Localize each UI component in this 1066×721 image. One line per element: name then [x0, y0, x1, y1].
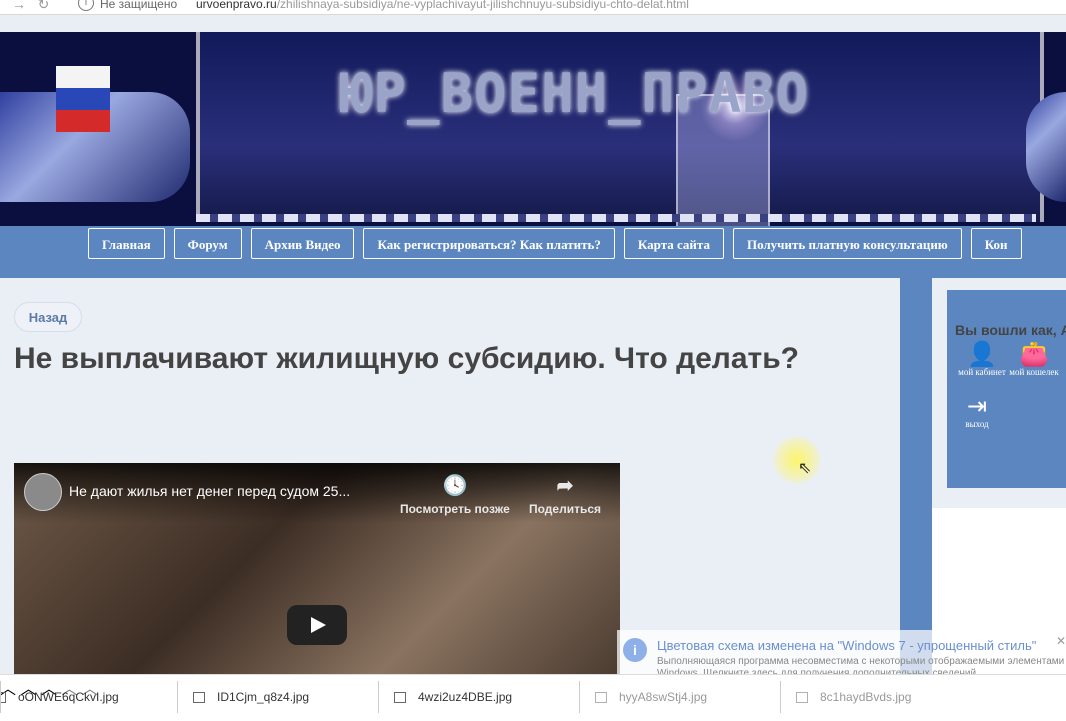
url-text[interactable]: urvoenpravo.ru/zhilishnaya-subsidiya/ne-…: [196, 0, 689, 11]
my-wallet-label: мой кошелек: [1009, 367, 1059, 377]
image-file-icon: [595, 691, 607, 703]
site-logo[interactable]: ЮР_ВОЕНН_ПРАВО: [340, 62, 809, 125]
share-label: Поделиться: [529, 502, 602, 516]
info-icon[interactable]: i: [78, 0, 94, 11]
chevron-up-icon[interactable]: ︿: [82, 681, 98, 698]
download-filename: hyyA8swStj4.jpg: [619, 690, 708, 704]
close-icon[interactable]: ✕: [1056, 634, 1066, 648]
notification-title: Цветовая схема изменена на "Windows 7 - …: [657, 638, 1037, 653]
menu-item-video-archive[interactable]: Архив Видео: [250, 228, 355, 259]
logout-label: выход: [965, 419, 989, 429]
downloads-bar: oONWE6qCkvI.jpg ︿ ID1Cjm_q8z4.jpg ︿ 4wzi…: [0, 674, 1066, 721]
user-greeting: Вы вошли как, А: [955, 322, 1066, 338]
banner-panel: [196, 32, 1044, 222]
divider: [177, 681, 178, 713]
logout-link[interactable]: ⇥ выход: [957, 394, 997, 429]
mouse-cursor-icon: ⇖: [798, 460, 812, 477]
video-player[interactable]: Не дают жилья нет денег перед судом 25..…: [14, 463, 620, 678]
info-balloon-icon: i: [623, 638, 647, 662]
download-item[interactable]: ID1Cjm_q8z4.jpg: [193, 675, 309, 719]
my-wallet-link[interactable]: 👛 мой кошелек: [1009, 342, 1059, 377]
user-panel: Вы вошли как, А 👤 мой кабинет 👛 мой коше…: [947, 290, 1066, 488]
url-path: /zhilishnaya-subsidiya/ne-vyplachivayut-…: [276, 0, 689, 11]
menu-item-contacts[interactable]: Кон: [970, 228, 1022, 259]
video-title[interactable]: Не дают жилья нет денег перед судом 25..…: [69, 483, 350, 499]
nav-forward-reload-icons[interactable]: → ↻: [12, 0, 49, 13]
watch-later-label: Посмотреть позже: [400, 502, 510, 516]
play-button[interactable]: [287, 605, 347, 645]
logout-icon: ⇥: [966, 394, 988, 420]
security-label: Не защищено: [100, 0, 178, 11]
download-item[interactable]: 8c1haydBvds.jpg: [796, 675, 911, 719]
banner-dashboard-strip: [196, 214, 1036, 222]
my-cabinet-label: мой кабинет: [958, 367, 1006, 377]
menu-item-home[interactable]: Главная: [88, 228, 165, 259]
url-domain: urvoenpravo.ru: [196, 0, 277, 11]
my-cabinet-link[interactable]: 👤 мой кабинет: [957, 342, 1007, 377]
page-title: Не выплачивают жилищную субсидию. Что де…: [14, 342, 800, 375]
menu-item-paid-consultation[interactable]: Получить платную консультацию: [732, 228, 962, 259]
watch-later-button[interactable]: 🕓 Посмотреть позже: [400, 473, 510, 516]
chevron-up-icon[interactable]: ︿: [61, 681, 77, 698]
russian-flag-icon: [56, 66, 110, 132]
download-filename: 8c1haydBvds.jpg: [820, 690, 912, 704]
image-file-icon: [796, 691, 808, 703]
image-file-icon: [394, 691, 406, 703]
main-menu: Главная Форум Архив Видео Как регистриро…: [0, 226, 1066, 278]
divider: [0, 681, 1, 713]
share-button[interactable]: ➦ Поделиться: [529, 473, 601, 516]
cursor-highlight: [773, 436, 821, 484]
site-banner: ЮР_ВОЕНН_ПРАВО: [0, 32, 1066, 226]
divider: [780, 681, 781, 713]
download-filename: ID1Cjm_q8z4.jpg: [217, 690, 310, 704]
back-button[interactable]: Назад: [14, 302, 82, 332]
menu-item-forum[interactable]: Форум: [173, 228, 242, 259]
divider: [579, 681, 580, 713]
download-item[interactable]: hyyA8swStj4.jpg: [595, 675, 707, 719]
divider: [378, 681, 379, 713]
wallet-icon: 👛: [1019, 342, 1049, 368]
user-icon: 👤: [967, 342, 997, 368]
download-item[interactable]: 4wzi2uz4DBE.jpg: [394, 675, 512, 719]
channel-avatar[interactable]: [24, 473, 62, 511]
menu-item-how-to-register[interactable]: Как регистрироваться? Как платить?: [363, 228, 615, 259]
address-bar[interactable]: → ↻ i Не защищено urvoenpravo.ru/zhilish…: [0, 0, 1066, 15]
download-item[interactable]: oONWE6qCkvI.jpg: [0, 675, 119, 719]
clock-icon: 🕓: [442, 475, 468, 497]
share-arrow-icon: ➦: [556, 475, 574, 497]
image-file-icon: [193, 691, 205, 703]
menu-item-sitemap[interactable]: Карта сайта: [623, 228, 724, 259]
download-filename: 4wzi2uz4DBE.jpg: [418, 690, 513, 704]
